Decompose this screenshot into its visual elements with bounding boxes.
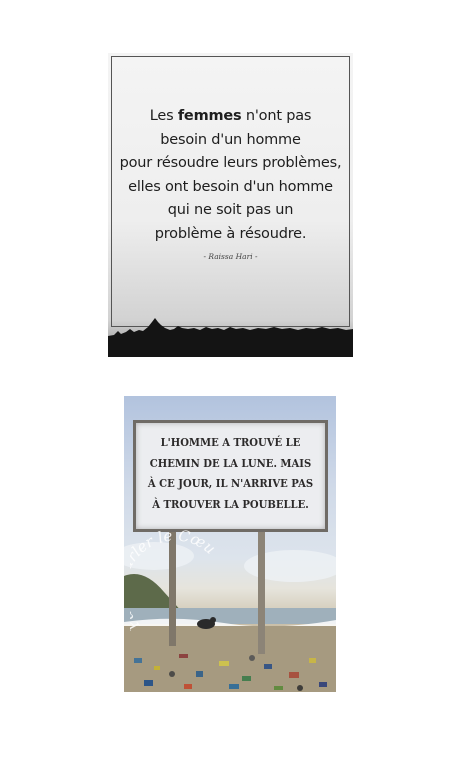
quote-text: Les femmes n'ont pas besoin d'un homme p…	[108, 105, 353, 247]
quote-author: - Raissa Hari -	[203, 252, 258, 261]
sign-board: L'HOMME A TROUVÉ LE CHEMIN DE LA LUNE. M…	[133, 420, 328, 532]
tree-silhouette	[108, 318, 353, 357]
beach-sign-image: L'HOMME A TROUVÉ LE CHEMIN DE LA LUNE. M…	[124, 396, 336, 692]
quote-line: elles ont besoin d'un homme	[128, 178, 333, 195]
sign-line: L'HOMME A TROUVÉ LE	[160, 435, 301, 449]
quote-line: problème à résoudre.	[154, 225, 307, 242]
sign-line: CHEMIN DE LA LUNE. MAIS	[149, 455, 312, 470]
watermark-logo: Pause Parler le Cœur	[130, 530, 219, 635]
sign-line: À TROUVER LA POUBELLE.	[152, 496, 309, 511]
quote-line: qui ne soit pas un	[167, 202, 294, 219]
quote-line: pour résoudre leurs problèmes,	[119, 155, 342, 172]
sign-text: L'HOMME A TROUVÉ LE CHEMIN DE LA LUNE. M…	[147, 432, 313, 514]
quote-line: Les femmes n'ont pas	[149, 108, 312, 124]
sign-line: À CE JOUR, IL N'ARRIVE PAS	[147, 476, 314, 490]
svg-text:Pause Parler le Cœur: Pause Parler le Cœur	[130, 530, 219, 635]
quote-line: besoin d'un homme	[160, 131, 301, 148]
quote-image: Les femmes n'ont pas besoin d'un homme p…	[108, 53, 353, 357]
